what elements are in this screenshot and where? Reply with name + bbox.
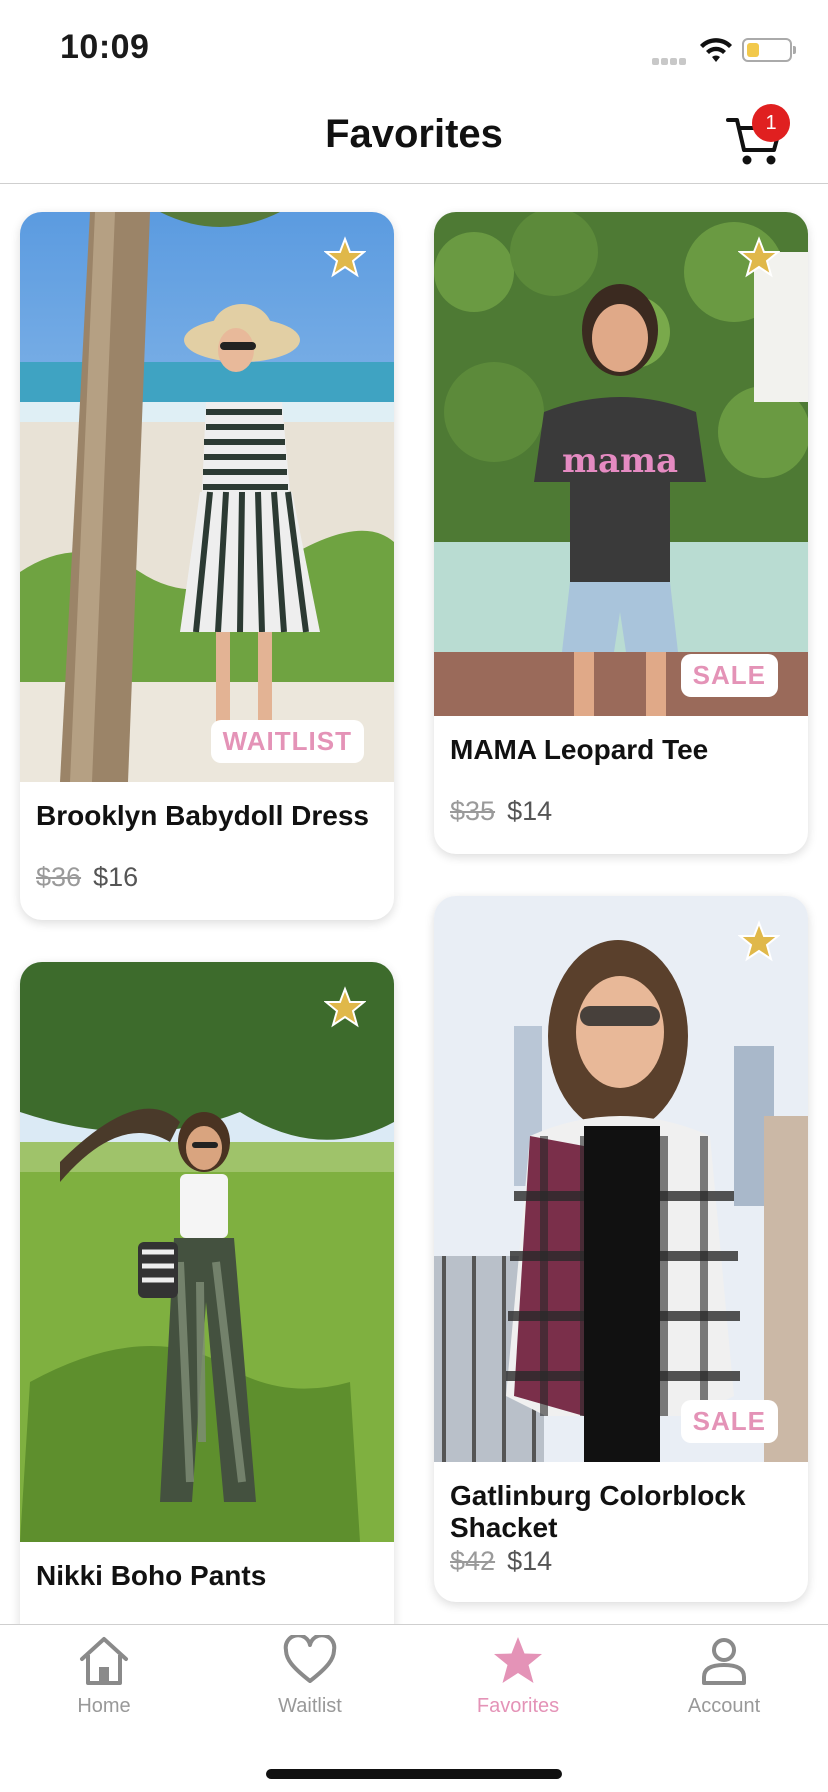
home-indicator[interactable] [266, 1769, 562, 1779]
garden-photo: mama [434, 212, 808, 716]
cart-count-badge: 1 [752, 104, 790, 142]
favorite-star-icon[interactable] [738, 236, 780, 278]
sale-tag: SALE [680, 654, 778, 697]
product-photo[interactable]: mama SALE [434, 212, 808, 716]
product-name[interactable]: MAMA Leopard Tee [450, 734, 792, 766]
favorite-star-icon[interactable] [324, 236, 366, 278]
waitlist-tag: WAITLIST [210, 720, 364, 763]
header: Favorites 1 [0, 92, 828, 184]
product-card[interactable]: mama SALE MAMA Leopard Tee $35 $14 [434, 212, 808, 854]
svg-text:mama: mama [562, 441, 678, 481]
favorite-star-icon[interactable] [324, 986, 366, 1028]
tab-account-label: Account [687, 1695, 761, 1717]
page-title: Favorites [325, 112, 503, 156]
original-price: $42 [450, 1546, 496, 1576]
city-photo [434, 896, 808, 1462]
beach-photo [20, 212, 394, 782]
sale-tag: SALE [680, 1400, 778, 1443]
price-row: $35 $14 [450, 796, 552, 827]
home-icon [80, 1637, 128, 1685]
product-name[interactable]: Nikki Boho Pants [36, 1560, 378, 1592]
favorites-screen: 10:09 Favorites 1 WAITLIST Brooklyn Baby… [0, 0, 828, 1792]
price-row: $42 $14 [450, 1546, 552, 1577]
status-time: 10:09 [60, 28, 150, 66]
lawn-photo [20, 962, 394, 1542]
tab-bar: Home Waitlist Favorites Account [0, 1624, 828, 1792]
tab-home[interactable]: Home [24, 1635, 184, 1735]
sale-price: $16 [93, 862, 139, 892]
cellular-signal-icon [652, 52, 690, 65]
product-photo[interactable]: SALE [434, 896, 808, 1462]
account-icon [702, 1638, 746, 1685]
product-name[interactable]: Gatlinburg Colorblock Shacket [450, 1480, 792, 1544]
favorite-star-icon[interactable] [738, 920, 780, 962]
tab-waitlist[interactable]: Waitlist [230, 1635, 390, 1735]
tab-account[interactable]: Account [644, 1635, 804, 1735]
original-price: $36 [36, 862, 82, 892]
sale-price: $14 [507, 796, 553, 826]
heart-icon [283, 1635, 337, 1683]
product-card[interactable]: SALE Gatlinburg Colorblock Shacket $42 $1… [434, 896, 808, 1602]
status-bar: 10:09 [0, 0, 828, 92]
battery-icon [742, 38, 796, 62]
product-card[interactable]: Nikki Boho Pants [20, 962, 394, 1624]
tab-waitlist-label: Waitlist [278, 1695, 342, 1717]
product-card[interactable]: WAITLIST Brooklyn Babydoll Dress $36 $16 [20, 212, 394, 920]
tab-home-label: Home [77, 1695, 131, 1717]
product-photo[interactable]: WAITLIST [20, 212, 394, 782]
wifi-icon [700, 38, 732, 62]
product-photo[interactable] [20, 962, 394, 1542]
star-icon [494, 1637, 542, 1683]
sale-price: $14 [507, 1546, 553, 1576]
original-price: $35 [450, 796, 496, 826]
tab-favorites[interactable]: Favorites [438, 1635, 598, 1735]
tab-favorites-label: Favorites [476, 1695, 560, 1717]
product-name[interactable]: Brooklyn Babydoll Dress [36, 800, 378, 832]
favorites-grid: WAITLIST Brooklyn Babydoll Dress $36 $16 [0, 186, 828, 1624]
price-row: $36 $16 [36, 862, 138, 893]
